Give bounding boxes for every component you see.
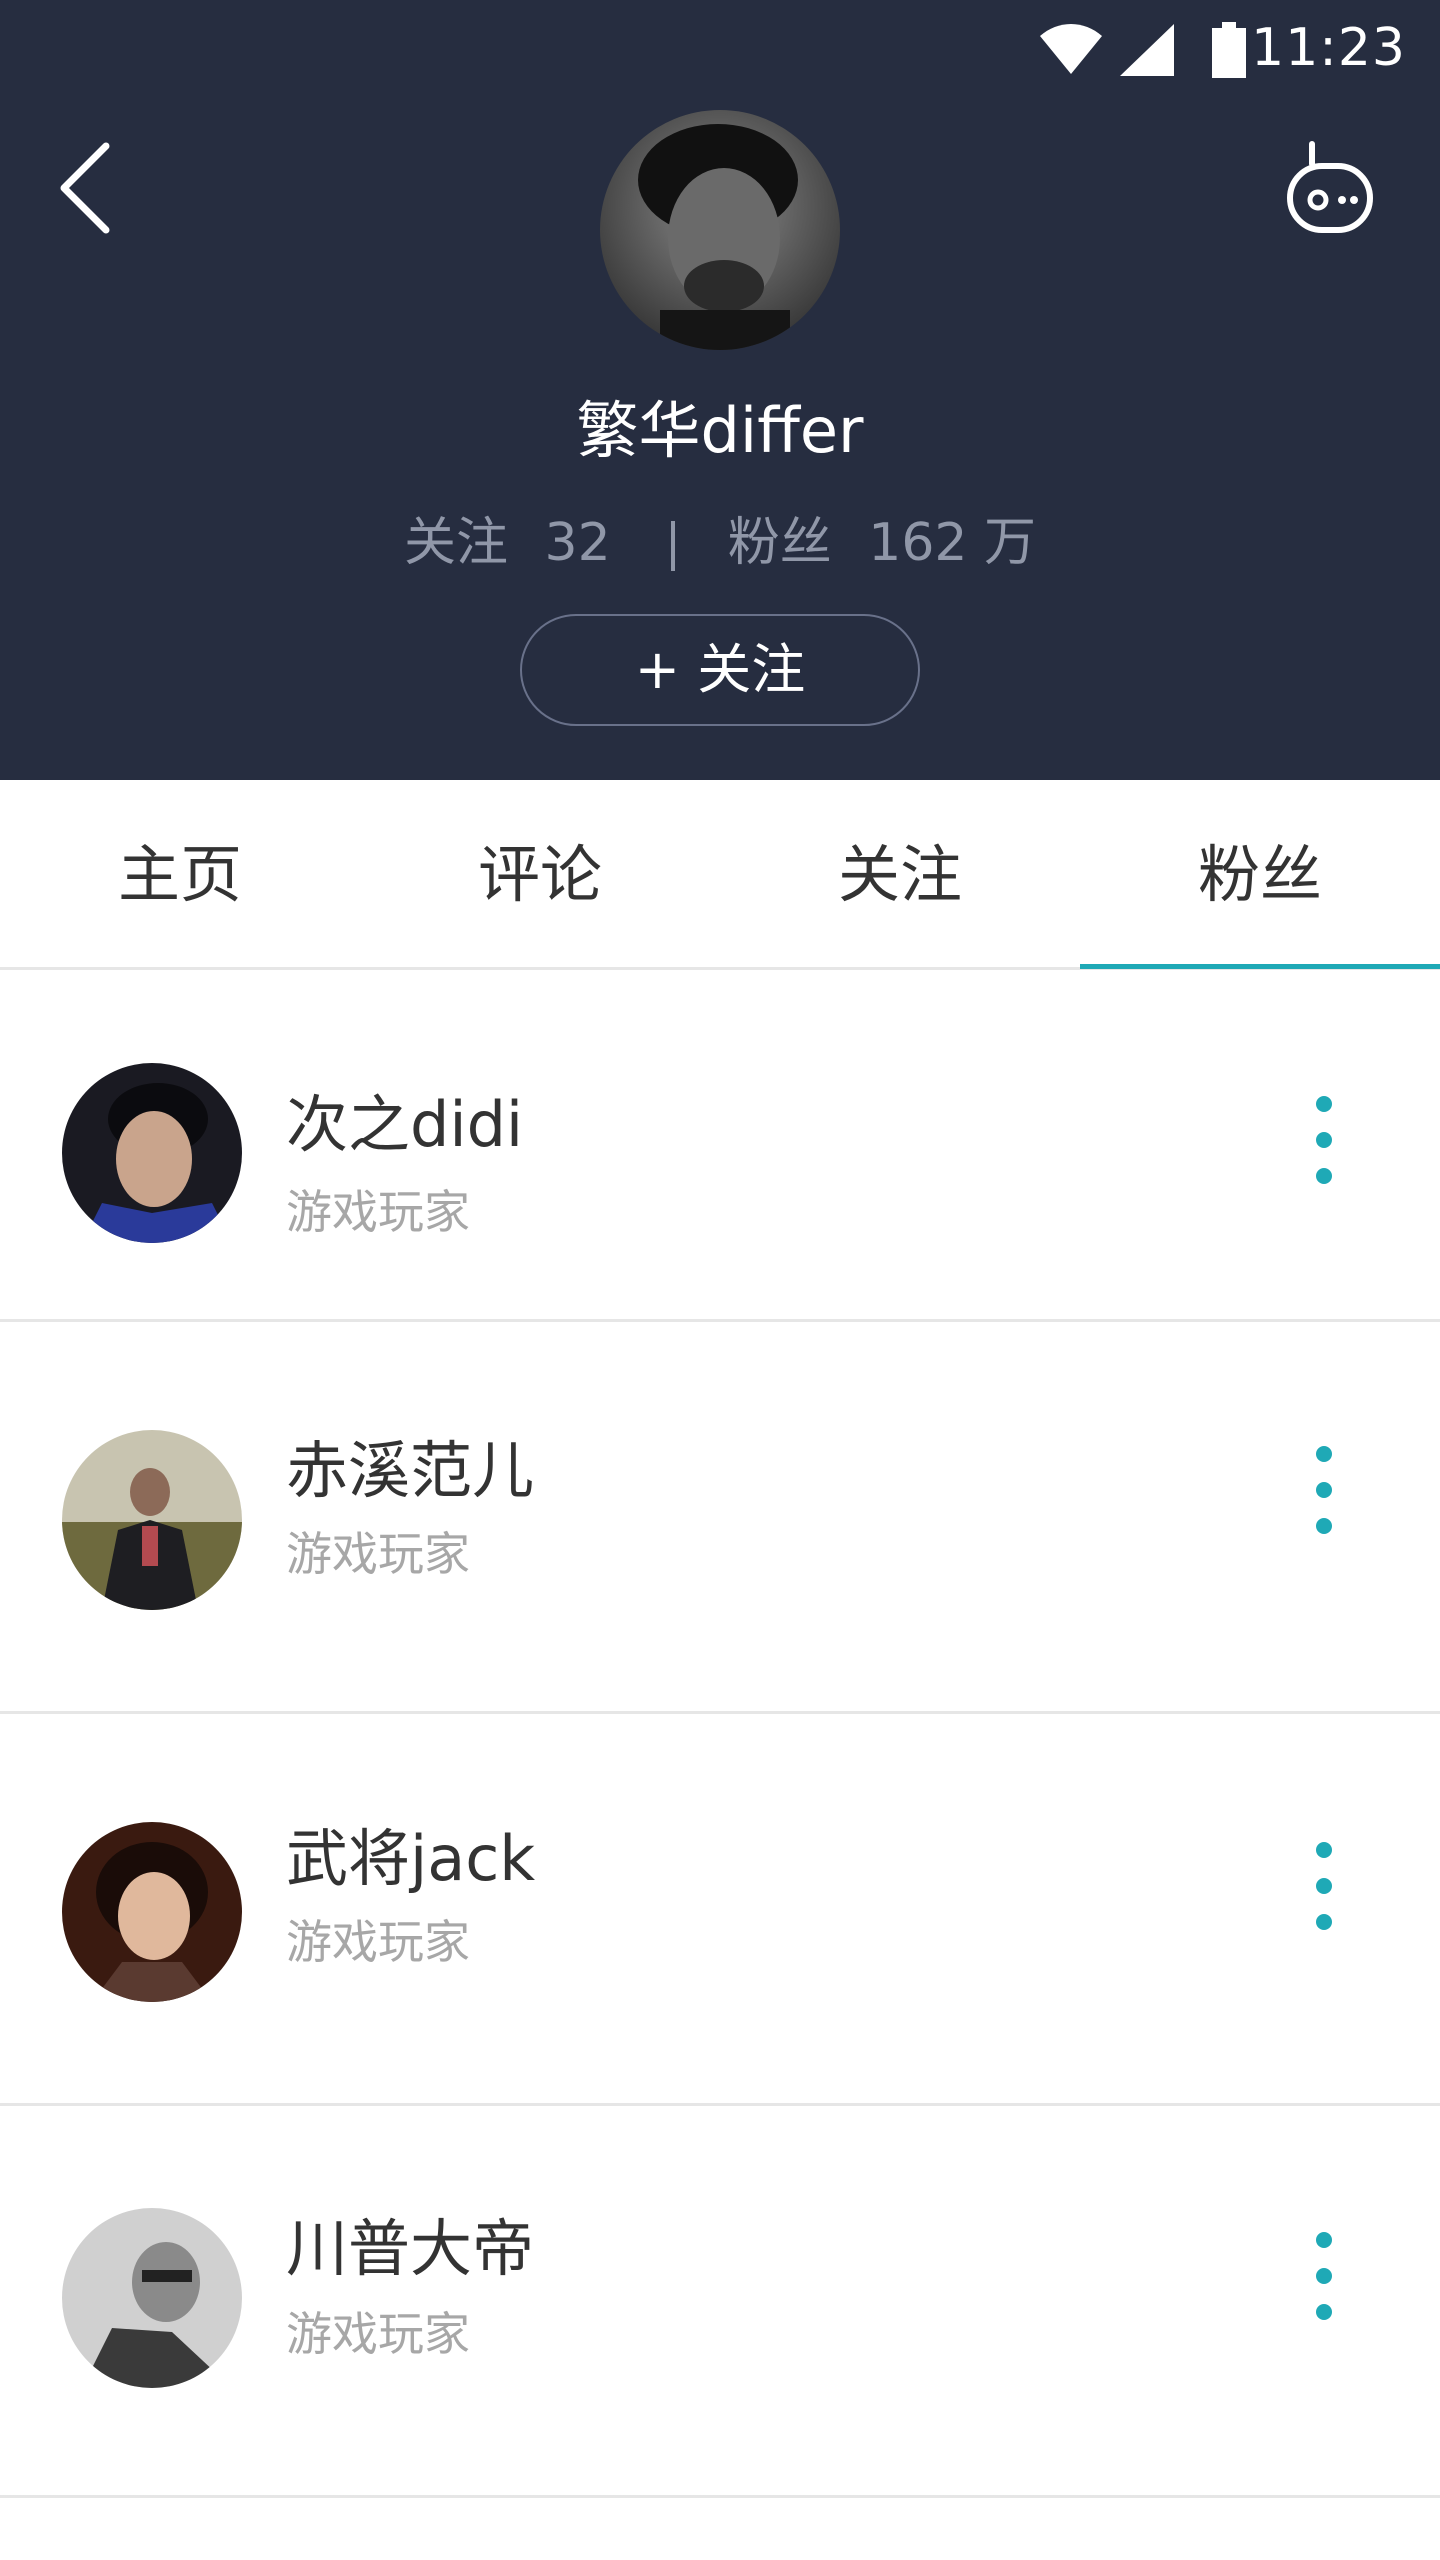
profile-header: 11:23 繁华differ 关注 32 粉丝 162 万 + 关注 — [0, 0, 1440, 780]
tab-comments[interactable]: 评论 — [360, 780, 720, 970]
list-item[interactable]: 次之didi 游戏玩家 — [0, 970, 1440, 1322]
following-label[interactable]: 关注 — [404, 513, 508, 573]
battery-icon — [1212, 22, 1246, 78]
fan-name: 次之didi — [286, 1088, 524, 1161]
avatar[interactable] — [62, 1822, 242, 2002]
dot-icon — [1316, 1842, 1332, 1858]
list-item[interactable]: 川普大帝 游戏玩家 — [0, 2106, 1440, 2498]
dot-icon — [1316, 1096, 1332, 1112]
fan-name: 川普大帝 — [286, 2212, 535, 2285]
avatar[interactable] — [62, 2208, 242, 2388]
status-time: 11:23 — [1251, 18, 1406, 78]
fan-subtitle: 游戏玩家 — [286, 1915, 470, 1969]
dot-icon — [1316, 1914, 1332, 1930]
more-options-icon[interactable] — [1300, 2232, 1348, 2342]
fan-subtitle: 游戏玩家 — [286, 1527, 470, 1581]
dot-icon — [1316, 2304, 1332, 2320]
dot-icon — [1316, 2232, 1332, 2248]
wifi-icon — [1040, 24, 1102, 74]
dot-icon — [1316, 1168, 1332, 1184]
follow-button[interactable]: + 关注 — [520, 614, 920, 726]
signal-icon — [1120, 24, 1174, 76]
profile-name: 繁华differ — [576, 394, 864, 467]
dot-icon — [1316, 1132, 1332, 1148]
profile-tabs: 主页 评论 关注 粉丝 — [0, 780, 1440, 970]
fans-label[interactable]: 粉丝 — [728, 513, 832, 573]
dot-icon — [1316, 2268, 1332, 2284]
avatar[interactable] — [62, 1430, 242, 1610]
status-bar: 11:23 — [0, 0, 1440, 100]
fan-subtitle: 游戏玩家 — [286, 2307, 470, 2361]
list-item[interactable]: 武将jack 游戏玩家 — [0, 1714, 1440, 2106]
fan-name: 武将jack — [286, 1822, 536, 1895]
dot-icon — [1316, 1878, 1332, 1894]
tab-following[interactable]: 关注 — [720, 780, 1080, 970]
list-item[interactable]: 赤溪范儿 游戏玩家 — [0, 1322, 1440, 1714]
back-arrow-icon[interactable] — [50, 130, 130, 240]
profile-avatar[interactable] — [600, 110, 840, 350]
profile-stats: 关注 32 粉丝 162 万 — [0, 500, 1440, 575]
active-tab-indicator — [1080, 964, 1440, 969]
tab-home[interactable]: 主页 — [0, 780, 360, 970]
fan-subtitle: 游戏玩家 — [286, 1185, 470, 1239]
dot-icon — [1316, 1482, 1332, 1498]
more-options-icon[interactable] — [1300, 1096, 1348, 1206]
fan-name: 赤溪范儿 — [286, 1434, 535, 1507]
more-options-icon[interactable] — [1300, 1842, 1348, 1952]
robot-icon[interactable] — [1270, 138, 1380, 248]
following-count[interactable]: 32 — [544, 513, 610, 573]
fans-count[interactable]: 162 万 — [868, 513, 1036, 573]
dot-icon — [1316, 1518, 1332, 1534]
dot-icon — [1316, 1446, 1332, 1462]
more-options-icon[interactable] — [1300, 1446, 1348, 1556]
stats-divider — [671, 521, 676, 571]
avatar[interactable] — [62, 1063, 242, 1243]
tab-fans[interactable]: 粉丝 — [1080, 780, 1440, 970]
